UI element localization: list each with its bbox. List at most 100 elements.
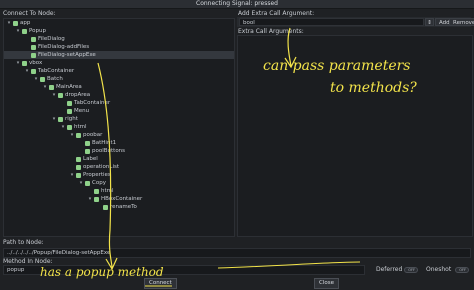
arg-type-select[interactable]: bool [239, 18, 424, 26]
node-icon [31, 69, 36, 74]
path-to-node-label: Path to Node: [3, 239, 44, 246]
tree-node[interactable]: ▾ poobar [4, 131, 234, 139]
tree-node-label: FileDialog [38, 36, 65, 42]
node-icon [49, 85, 54, 90]
oneshot-toggle[interactable]: OFF [455, 267, 469, 273]
tree-node-label: HBoxContainer [101, 196, 143, 202]
tree-node[interactable]: Label [4, 155, 234, 163]
expand-arrow-icon[interactable]: ▾ [78, 179, 84, 187]
add-extra-arg-label: Add Extra Call Argument: [238, 10, 315, 17]
connect-to-node-label: Connect To Node: [3, 10, 56, 17]
expand-arrow-icon[interactable]: ▾ [51, 115, 57, 123]
expand-arrow-icon[interactable]: ▾ [69, 131, 75, 139]
expand-arrow-icon[interactable]: ▾ [24, 67, 30, 75]
tree-node[interactable]: TabContainer [4, 99, 234, 107]
tree-node-label: right [65, 116, 78, 122]
tree-node[interactable]: ▾ Popup [4, 27, 234, 35]
expand-arrow-icon[interactable]: ▾ [60, 123, 66, 131]
tree-node[interactable]: FileDialog-addFiles [4, 43, 234, 51]
tree-node-label: app [20, 20, 31, 26]
tree-node[interactable]: ▾ dropArea [4, 91, 234, 99]
node-icon [76, 157, 81, 162]
tree-node[interactable]: Menu [4, 107, 234, 115]
node-icon [31, 37, 36, 42]
tree-node-label: TabContainer [74, 100, 111, 106]
node-icon [58, 117, 63, 122]
node-icon [22, 61, 27, 66]
tree-node[interactable]: BatHint1 [4, 139, 234, 147]
tree-node[interactable]: poolButtons [4, 147, 234, 155]
node-icon [13, 21, 18, 26]
close-button[interactable]: Close [314, 278, 339, 289]
tree-node[interactable]: ▾ HBoxContainer [4, 195, 234, 203]
tree-node-label: FileDialog-setAppExe [38, 52, 96, 58]
node-icon [76, 133, 81, 138]
tree-node[interactable]: renameTo [4, 203, 234, 211]
node-icon [76, 173, 81, 178]
expand-arrow-icon[interactable]: ▾ [33, 75, 39, 83]
expand-arrow-icon[interactable]: ▾ [15, 59, 21, 67]
node-icon [31, 45, 36, 50]
tree-node-label: FileDialog-addFiles [38, 44, 90, 50]
tree-node-label: vbox [29, 60, 43, 66]
tree-node-label: operationList [83, 164, 120, 170]
tree-node-label: dropArea [65, 92, 91, 98]
tree-node-label: html [74, 124, 87, 130]
connect-button[interactable]: Connect [144, 278, 177, 289]
node-icon [22, 29, 27, 34]
deferred-label: Deferred [376, 266, 403, 273]
node-icon [31, 53, 36, 58]
tree-node-label: BatHint1 [92, 140, 117, 146]
method-input[interactable]: popup [3, 265, 365, 275]
tree-node[interactable]: ▾ html [4, 123, 234, 131]
tree-node-label: Batch [47, 76, 63, 82]
path-to-node-input[interactable]: ../../../../../Popup/FileDialog-setAppEx… [3, 248, 471, 258]
tree-node-label: Properties [83, 172, 111, 178]
node-icon [67, 101, 72, 106]
expand-arrow-icon[interactable]: ▾ [87, 195, 93, 203]
deferred-toggle[interactable]: OFF [404, 267, 418, 273]
tree-node-label: html [101, 188, 114, 194]
tree-node[interactable]: ▾ app [4, 19, 234, 27]
tree-node[interactable]: html [4, 187, 234, 195]
tree-node-label: Label [83, 156, 98, 162]
tree-node[interactable]: ▾ Batch [4, 75, 234, 83]
method-in-node-label: Method In Node: [3, 258, 53, 265]
expand-arrow-icon[interactable]: ▾ [51, 91, 57, 99]
tree-node[interactable]: ▾ TabContainer [4, 67, 234, 75]
node-icon [40, 77, 45, 82]
node-icon [76, 165, 81, 170]
node-icon [85, 141, 90, 146]
expand-arrow-icon[interactable]: ▾ [6, 19, 12, 27]
tree-node-label: MainArea [56, 84, 82, 90]
window-title: Connecting Signal: pressed [0, 0, 474, 9]
tree-node[interactable]: ▾ Copy [4, 179, 234, 187]
node-tree[interactable]: ▾ app ▾ Popup FileDialog FileDialog-addFiles F… [3, 18, 235, 237]
tree-node-label: Copy [92, 180, 106, 186]
tree-node-label: renameTo [110, 204, 137, 210]
node-icon [67, 125, 72, 130]
tree-node-label: TabContainer [38, 68, 75, 74]
tree-node[interactable]: ▾ Properties [4, 171, 234, 179]
node-icon [94, 189, 99, 194]
tree-node[interactable]: ▾ vbox [4, 59, 234, 67]
node-icon [67, 109, 72, 114]
tree-node[interactable]: ▾ right [4, 115, 234, 123]
tree-node[interactable]: ▾ MainArea [4, 83, 234, 91]
tree-node[interactable]: operationList [4, 163, 234, 171]
tree-node-label: poolButtons [92, 148, 126, 154]
extra-args-list[interactable] [237, 35, 473, 237]
remove-button[interactable]: Remove [449, 18, 474, 26]
expand-arrow-icon[interactable]: ▾ [69, 171, 75, 179]
oneshot-label: Oneshot [426, 266, 452, 273]
arg-type-dropdown-icon[interactable]: ⇕ [425, 18, 434, 26]
node-icon [85, 149, 90, 154]
expand-arrow-icon[interactable]: ▾ [42, 83, 48, 91]
tree-node[interactable]: FileDialog-setAppExe [4, 51, 234, 59]
tree-node[interactable]: FileDialog [4, 35, 234, 43]
node-icon [58, 93, 63, 98]
extra-args-label: Extra Call Arguments: [238, 28, 304, 35]
tree-node-label: poobar [83, 132, 103, 138]
expand-arrow-icon[interactable]: ▾ [15, 27, 21, 35]
node-icon [85, 181, 90, 186]
